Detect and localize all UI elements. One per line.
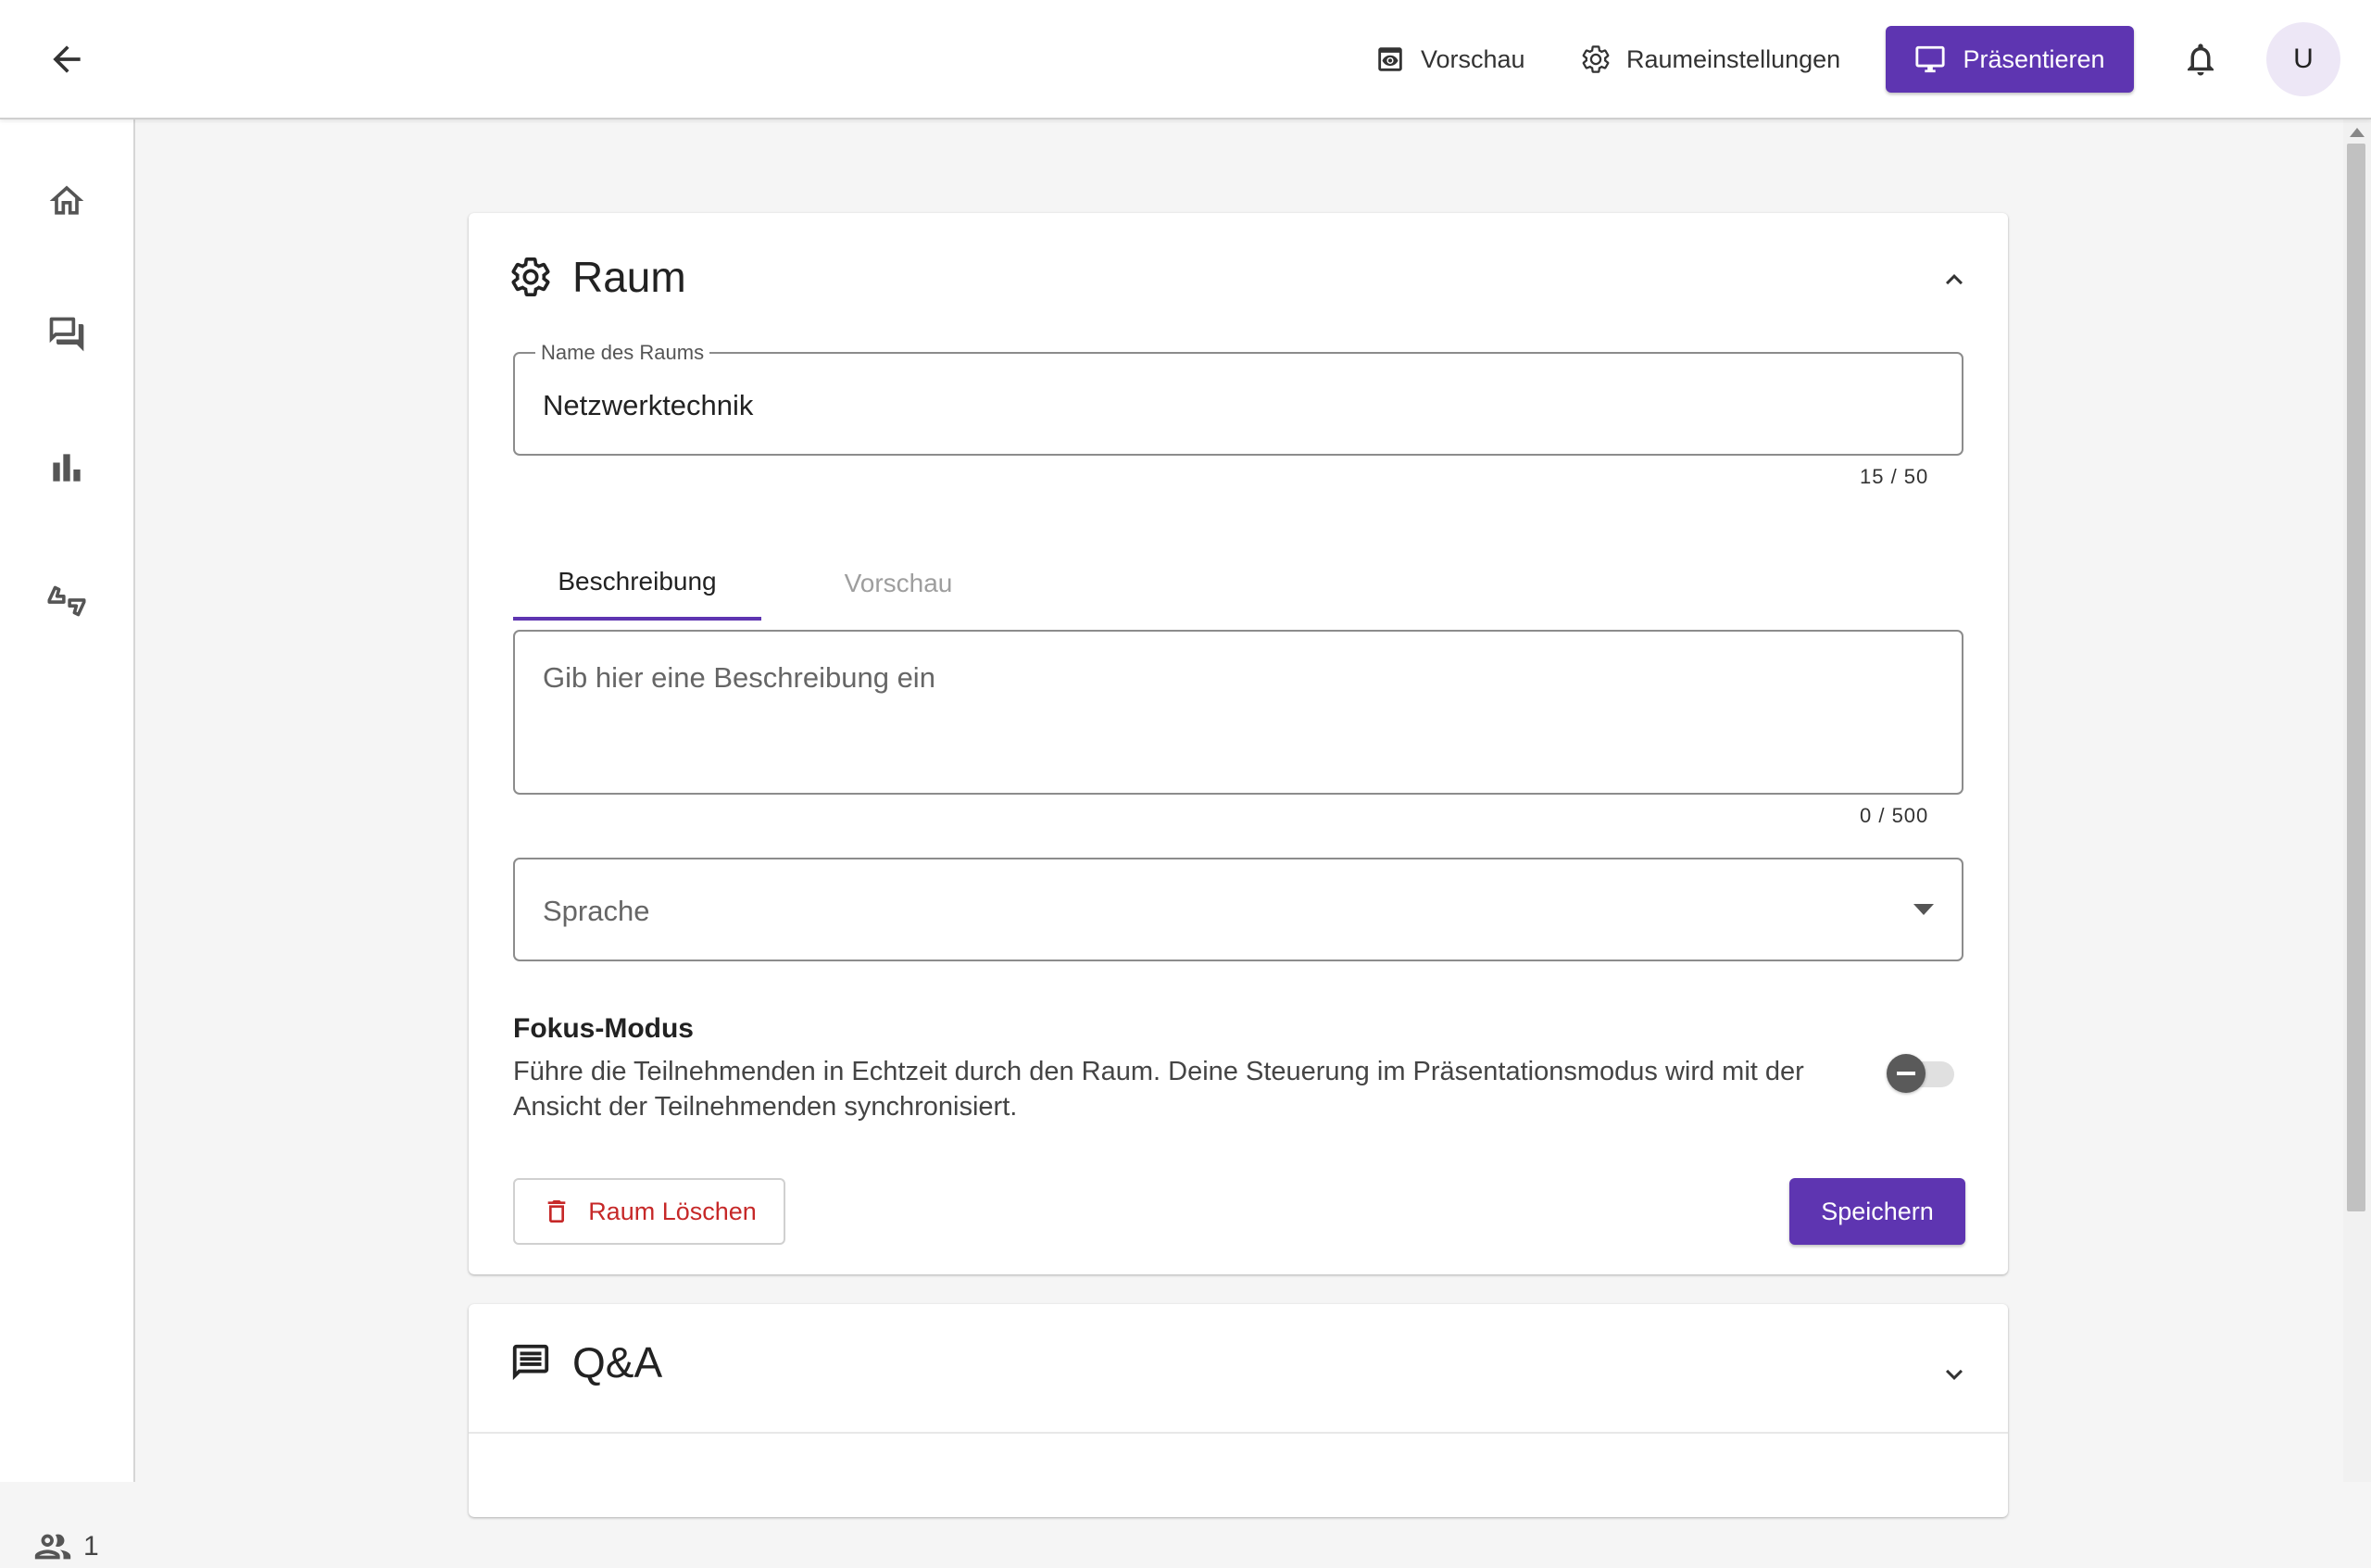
forum-icon: [46, 314, 87, 355]
tab-description[interactable]: Beschreibung: [513, 546, 761, 621]
trash-icon: [542, 1197, 571, 1226]
room-name-input[interactable]: Netzwerktechnik: [543, 389, 1913, 422]
room-settings-button[interactable]: Raumeinstellungen: [1580, 26, 1840, 93]
language-placeholder: Sprache: [543, 895, 650, 927]
delete-room-button[interactable]: Raum Löschen: [513, 1178, 785, 1245]
qa-card: Q&A: [469, 1304, 2008, 1517]
present-button[interactable]: Präsentieren: [1886, 26, 2134, 93]
back-button[interactable]: [37, 33, 96, 85]
sidebar: 1: [0, 119, 135, 1562]
bell-icon: [2181, 40, 2220, 79]
room-card-title: Raum: [572, 253, 686, 301]
qa-card-title: Q&A: [572, 1338, 663, 1386]
participant-counter: 1: [31, 1525, 99, 1568]
focus-mode-description: Führe die Teilnehmenden in Echtzeit durc…: [513, 1057, 1804, 1122]
qa-card-header: Q&A: [509, 1337, 662, 1387]
expand-qa-card-button[interactable]: [1934, 1354, 1975, 1395]
room-name-label: Name des Raums: [535, 341, 710, 365]
room-settings-label: Raumeinstellungen: [1626, 44, 1841, 73]
scroll-up-arrow[interactable]: [2350, 128, 2365, 137]
tab-preview[interactable]: Vorschau: [780, 546, 1017, 621]
description-counter: 0 / 500: [1860, 804, 1929, 827]
room-settings-card: Raum Name des Raums Netzwerktechnik 15 /…: [469, 213, 2008, 1274]
language-select[interactable]: Sprache: [513, 858, 1963, 961]
scrollbar-thumb[interactable]: [2347, 144, 2365, 1211]
chevron-up-icon: [1938, 263, 1971, 296]
sidebar-item-feedback[interactable]: [37, 571, 96, 631]
present-label: Präsentieren: [1963, 44, 2105, 73]
monitor-icon: [1914, 44, 1946, 75]
room-card-header: Raum: [509, 252, 686, 302]
top-bar: Vorschau Raumeinstellungen Präsentieren …: [0, 0, 2371, 119]
delete-room-label: Raum Löschen: [588, 1197, 757, 1225]
bar-chart-icon: [46, 447, 87, 488]
chevron-down-icon: [1938, 1358, 1971, 1391]
preview-icon: [1374, 44, 1406, 75]
description-field[interactable]: Gib hier eine Beschreibung ein: [513, 630, 1963, 795]
home-icon: [46, 181, 87, 221]
focus-mode-title: Fokus-Modus: [513, 1013, 694, 1044]
save-button[interactable]: Speichern: [1789, 1178, 1965, 1245]
settings-gear-icon: [509, 256, 552, 298]
participant-count: 1: [83, 1531, 99, 1562]
sidebar-item-statistics[interactable]: [37, 438, 96, 497]
qa-icon: [509, 1341, 552, 1384]
room-name-field[interactable]: Name des Raums Netzwerktechnik: [513, 341, 1963, 456]
sidebar-item-home[interactable]: [37, 171, 96, 231]
toggle-knob[interactable]: [1887, 1054, 1926, 1093]
notifications-button[interactable]: [2171, 33, 2230, 85]
preview-label: Vorschau: [1421, 44, 1525, 73]
dropdown-arrow-icon: [1913, 904, 1934, 917]
collapse-room-card-button[interactable]: [1934, 259, 1975, 300]
arrow-back-icon: [46, 39, 87, 80]
gear-icon: [1580, 44, 1612, 75]
sidebar-item-questions[interactable]: [37, 305, 96, 364]
people-icon: [31, 1525, 74, 1568]
room-name-counter: 15 / 50: [1860, 465, 1929, 488]
user-avatar[interactable]: U: [2266, 22, 2340, 96]
description-input[interactable]: Gib hier eine Beschreibung ein: [543, 661, 1913, 695]
preview-button[interactable]: Vorschau: [1374, 26, 1525, 93]
qa-divider: [469, 1432, 2008, 1434]
feedback-icon: [44, 578, 90, 624]
